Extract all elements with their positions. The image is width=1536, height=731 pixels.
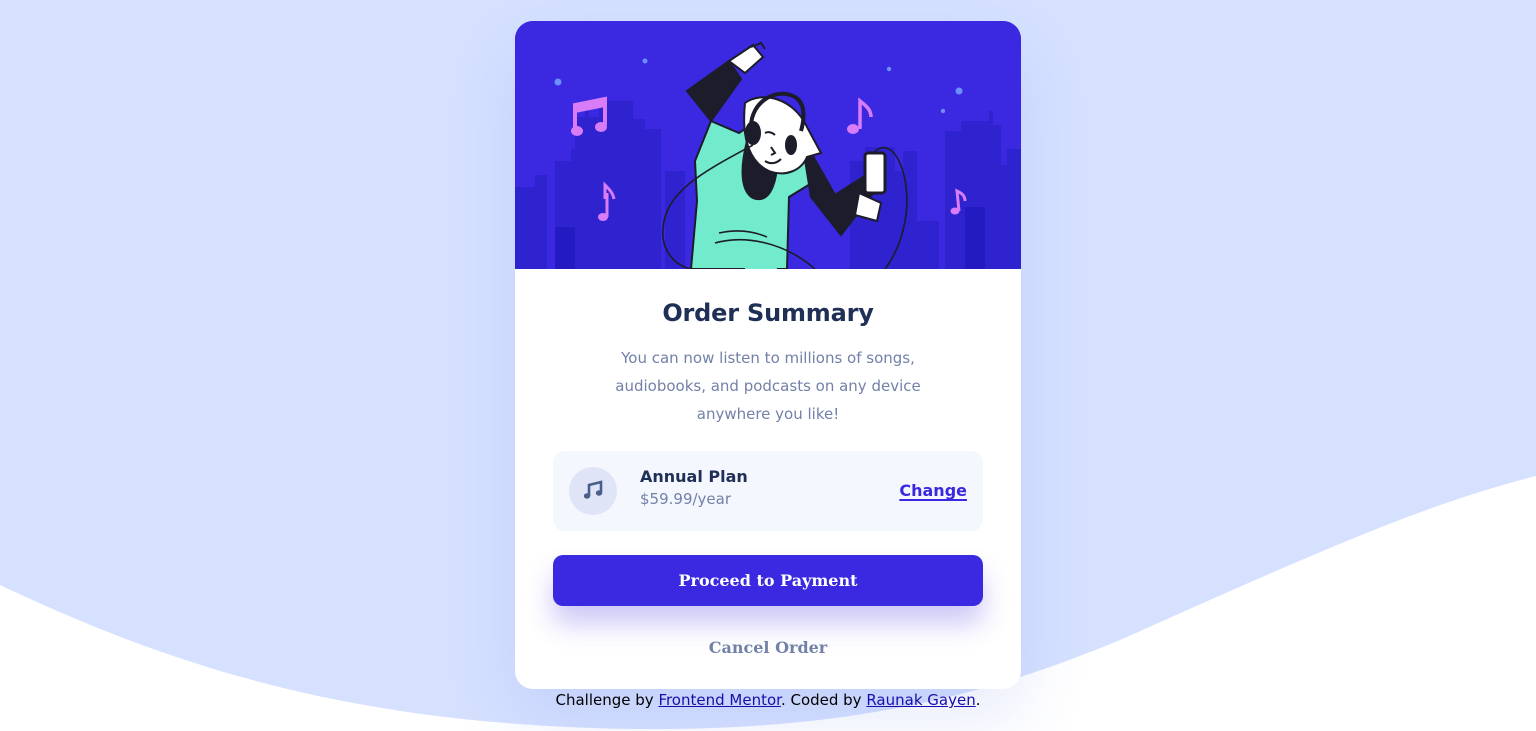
attribution-prefix: Challenge by [555,691,659,709]
plan-price: $59.99/year [640,490,732,508]
music-note-icon [569,467,617,515]
author-link[interactable]: Raunak Gayen [866,691,975,709]
plan-name: Annual Plan [640,467,748,486]
attribution: Challenge by Frontend Mentor. Coded by R… [0,689,1536,711]
proceed-to-payment-button[interactable]: Proceed to Payment [553,555,983,606]
page-title: Order Summary [662,299,874,327]
attribution-middle: . Coded by [780,691,867,709]
order-description: You can now listen to millions of songs,… [615,349,921,423]
order-summary-card: Order Summary You can now listen to mill… [515,21,1021,689]
frontend-mentor-link[interactable]: Frontend Mentor [658,691,781,709]
attribution-suffix: . [975,691,981,709]
cancel-order-button[interactable]: Cancel Order [553,632,983,662]
hero-illustration [515,21,1021,269]
plan-summary: Annual Plan $59.99/year Change [553,451,983,531]
change-plan-link[interactable]: Change [899,481,967,500]
